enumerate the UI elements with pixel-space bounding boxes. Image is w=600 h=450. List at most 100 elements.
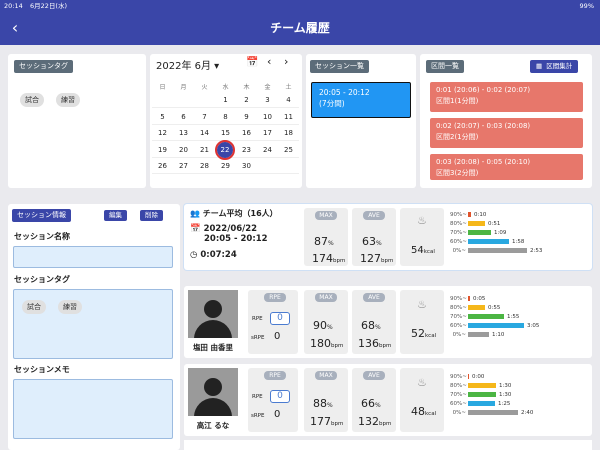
calendar-day[interactable]: 16 (236, 125, 257, 142)
interval-item[interactable]: 0:01 (20:06) - 0:02 (20:07) 区間1(1分間) (430, 82, 583, 112)
avatar (188, 368, 238, 416)
interval-range: 0:01 (20:06) - 0:02 (20:07) (436, 86, 531, 94)
session-memo-input[interactable] (13, 379, 173, 439)
zone-value: 1:30 (499, 382, 512, 389)
max-pct: 90 (313, 319, 327, 332)
interval-summary-button[interactable]: ▦ 区間集計 (530, 60, 579, 73)
calendar-day[interactable]: 19 (152, 142, 173, 158)
edit-button[interactable]: 編集 (104, 210, 127, 221)
player-row[interactable]: 塩田 由香里 RPE RPE 0 sRPE 0 MAX 90% 180bpm AVE 68% 136b… (184, 286, 592, 358)
zone-bar-row: 80%~ 1:30 (450, 381, 586, 390)
chevron-left-icon: ‹ (267, 55, 272, 68)
ave-label: AVE (363, 293, 385, 302)
session-tag-field[interactable]: 試合 練習 (13, 289, 173, 359)
rpe-stat: RPE RPE 0 sRPE 0 (248, 290, 298, 354)
ave-stat: AVE 68% 136bpm (352, 290, 396, 354)
calendar-day[interactable]: 5 (152, 109, 173, 125)
weekday-label: 月 (180, 83, 187, 91)
calendar-day[interactable]: 27 (173, 158, 194, 175)
zone-bar-row: 90%~ 0:05 (450, 294, 586, 303)
tag-chip[interactable]: 練習 (58, 300, 82, 314)
ave-bpm: 127 (360, 252, 381, 265)
calendar-day[interactable]: 21 (194, 142, 215, 158)
tag-chip[interactable]: 試合 (22, 300, 46, 314)
chevron-right-icon: › (284, 55, 289, 68)
bpm-unit: bpm (381, 258, 394, 264)
calendar-day[interactable]: 15 (215, 125, 236, 142)
flame-icon: ♨ (417, 214, 427, 227)
calendar-day[interactable]: 7 (194, 109, 215, 125)
zone-value: 1:58 (512, 238, 525, 245)
calendar-day[interactable]: 3 (257, 92, 278, 109)
delete-button[interactable]: 削除 (140, 210, 163, 221)
calendar-day[interactable]: 28 (194, 158, 215, 175)
ave-bpm-wrap: 136bpm (358, 332, 391, 351)
calendar-day[interactable]: 6 (173, 109, 194, 125)
calendar-day[interactable]: 9 (236, 109, 257, 125)
tag-chip[interactable]: 練習 (56, 93, 80, 107)
ave-stat: AVE 66% 132bpm (352, 368, 396, 432)
calendar-day[interactable]: 2 (236, 92, 257, 109)
weekday-label: 土 (285, 83, 292, 91)
session-list-item[interactable]: 20:05 - 20:12 (7分間) (311, 82, 411, 118)
interval-item[interactable]: 0:03 (20:08) - 0:05 (20:10) 区間3(2分間) (430, 154, 583, 180)
calendar-day[interactable]: 17 (257, 125, 278, 142)
zone-bar-row: 80%~ 0:55 (450, 303, 586, 312)
prev-month-button[interactable]: ‹ (267, 55, 271, 68)
next-month-button[interactable]: › (284, 55, 288, 68)
session-name-input[interactable] (13, 246, 173, 268)
zone-bar-row: 70%~ 1:30 (450, 390, 586, 399)
interval-item[interactable]: 0:02 (20:07) - 0:03 (20:08) 区間2(1分間) (430, 118, 583, 148)
player-row[interactable]: 高江 るな RPE RPE 0 sRPE 0 MAX 88% 177bpm AVE 66% 132bp… (184, 364, 592, 436)
selected-day[interactable]: 22 (215, 139, 235, 160)
calendar-month-selector[interactable]: 2022年 6月 ▾ (156, 57, 219, 72)
kcal-wrap: 48kcal (411, 400, 436, 419)
zone-bar-row: 60%~ 3:05 (450, 321, 586, 330)
calendar-day[interactable]: 4 (278, 92, 299, 109)
calendar-day[interactable]: 11 (278, 109, 299, 125)
session-list-panel: セッション一覧 20:05 - 20:12 (7分間) (306, 54, 416, 188)
calendar-day[interactable]: 24 (257, 142, 278, 158)
zone-bar (468, 410, 518, 415)
srpe-row-label: sRPE (251, 413, 265, 419)
zone-value: 1:10 (492, 331, 505, 338)
calendar-day[interactable]: 8 (215, 109, 236, 125)
calendar-day[interactable]: 26 (152, 158, 173, 175)
zone-label: 0%~ (452, 409, 466, 416)
tag-chip[interactable]: 試合 (20, 93, 44, 107)
zone-bar-row: 0%~ 2:40 (450, 408, 586, 417)
rpe-label: RPE (264, 371, 286, 380)
zone-value: 0:00 (472, 373, 485, 380)
zone-label: 90%~ (450, 295, 467, 302)
calendar-day[interactable]: 10 (257, 109, 278, 125)
calendar-day[interactable]: 1 (215, 92, 236, 109)
back-button[interactable]: ‹ (6, 18, 24, 38)
flame-icon: ♨ (417, 298, 427, 311)
calendar-day[interactable]: 14 (194, 125, 215, 142)
max-bpm-wrap: 177bpm (310, 410, 343, 429)
ave-bpm-wrap: 127bpm (360, 247, 393, 266)
calendar-day[interactable]: 29 (215, 158, 236, 175)
rpe-input[interactable]: 0 (270, 390, 290, 403)
calendar-day[interactable]: 20 (173, 142, 194, 158)
player-row[interactable] (184, 440, 592, 450)
calendar-day[interactable]: 22 (215, 139, 236, 160)
calendar-day[interactable]: 12 (152, 125, 173, 142)
srpe-value: 0 (274, 331, 281, 342)
max-bpm: 177 (310, 415, 331, 428)
calendar-day[interactable]: 23 (236, 142, 257, 158)
calendar-day[interactable]: 13 (173, 125, 194, 142)
calendar-day[interactable]: 18 (278, 125, 299, 142)
zone-value: 0:55 (488, 304, 501, 311)
calendar-day[interactable]: 30 (236, 158, 257, 175)
rpe-stat: RPE RPE 0 sRPE 0 (248, 368, 298, 432)
session-info-title: セッション情報 (12, 209, 71, 222)
zone-label: 80%~ (450, 220, 467, 227)
zone-bar (468, 221, 485, 226)
calendar-day[interactable]: 25 (278, 142, 299, 158)
zone-chart: 90%~ 0:10 80%~ 0:51 70%~ 1:09 60%~ 1:58 0%~ 2:53 (450, 210, 586, 255)
rpe-input[interactable]: 0 (270, 312, 290, 325)
max-label: MAX (315, 371, 337, 380)
calendar-icon[interactable]: 📅 (246, 57, 258, 68)
zone-label: 60%~ (450, 400, 467, 407)
